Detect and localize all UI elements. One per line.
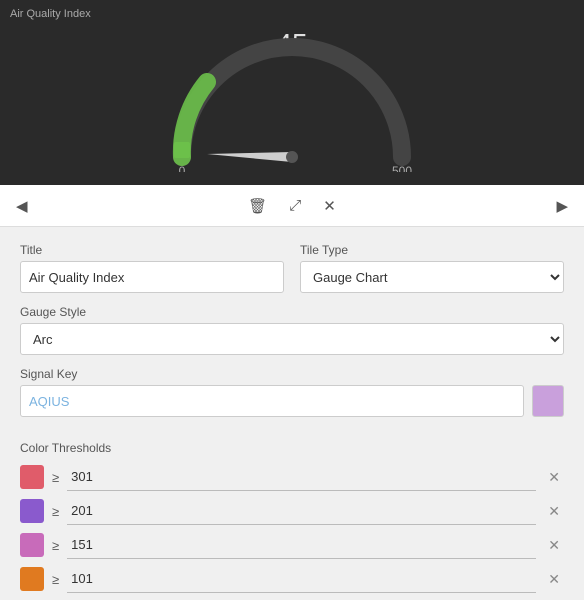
threshold-value-input[interactable] xyxy=(67,497,536,525)
settings-panel: Title Tile Type Gauge Chart Line Chart B… xyxy=(0,227,584,600)
threshold-value-input[interactable] xyxy=(67,531,536,559)
threshold-value-input[interactable] xyxy=(67,565,536,593)
gauge-style-label: Gauge Style xyxy=(20,305,564,319)
threshold-row: ≥ ✕ xyxy=(20,565,564,593)
toolbar-right: ▶ xyxy=(552,193,572,219)
threshold-color-swatch[interactable] xyxy=(20,533,44,557)
gauge-title: Air Quality Index xyxy=(10,8,91,20)
toolbar-center: 🗑 ⤢ ✕ xyxy=(244,193,340,219)
expand-button[interactable]: ⤢ xyxy=(285,193,305,218)
gauge-svg-container: 0 500 xyxy=(162,27,422,175)
threshold-gte-symbol: ≥ xyxy=(52,504,59,519)
signal-key-row-label: Signal Key xyxy=(20,367,564,429)
threshold-color-swatch[interactable] xyxy=(20,465,44,489)
signal-key-group: Signal Key xyxy=(20,367,564,429)
signal-key-label: Signal Key xyxy=(20,367,564,381)
threshold-color-swatch[interactable] xyxy=(20,567,44,591)
signal-key-input-row xyxy=(20,385,564,417)
threshold-gte-symbol: ≥ xyxy=(52,470,59,485)
threshold-remove-button[interactable]: ✕ xyxy=(544,467,564,488)
threshold-remove-button[interactable]: ✕ xyxy=(544,535,564,556)
gauge-style-row: Gauge Style Arc Dial Progress xyxy=(20,305,564,355)
toolbar: ◀ 🗑 ⤢ ✕ ▶ xyxy=(0,185,584,227)
threshold-row: ≥ ✕ xyxy=(20,531,564,559)
svg-text:500: 500 xyxy=(392,164,412,172)
gauge-style-select[interactable]: Arc Dial Progress xyxy=(20,323,564,355)
forward-button[interactable]: ▶ xyxy=(552,193,572,219)
close-button[interactable]: ✕ xyxy=(319,193,340,219)
thresholds-label: Color Thresholds xyxy=(20,441,564,455)
thresholds-container: ≥ ✕ ≥ ✕ ≥ ✕ ≥ ✕ ≥ ✕ ≥ ✕ xyxy=(20,463,564,600)
gauge-panel: Air Quality Index 45 0 500 xyxy=(0,0,584,185)
title-input[interactable] xyxy=(20,261,284,293)
title-group: Title xyxy=(20,243,284,293)
threshold-remove-button[interactable]: ✕ xyxy=(544,501,564,522)
tile-type-group: Tile Type Gauge Chart Line Chart Bar Cha… xyxy=(300,243,564,293)
tile-type-label: Tile Type xyxy=(300,243,564,257)
threshold-row: ≥ ✕ xyxy=(20,497,564,525)
delete-button[interactable]: 🗑 xyxy=(244,193,271,219)
threshold-gte-symbol: ≥ xyxy=(52,538,59,553)
threshold-remove-button[interactable]: ✕ xyxy=(544,569,564,590)
signal-key-input[interactable] xyxy=(20,385,524,417)
back-button[interactable]: ◀ xyxy=(12,193,32,219)
threshold-gte-symbol: ≥ xyxy=(52,572,59,587)
svg-text:0: 0 xyxy=(179,164,186,172)
title-tiletype-row: Title Tile Type Gauge Chart Line Chart B… xyxy=(20,243,564,293)
threshold-color-swatch[interactable] xyxy=(20,499,44,523)
threshold-row: ≥ ✕ xyxy=(20,463,564,491)
signal-key-color-swatch[interactable] xyxy=(532,385,564,417)
tile-type-select[interactable]: Gauge Chart Line Chart Bar Chart Pie Cha… xyxy=(300,261,564,293)
title-label: Title xyxy=(20,243,284,257)
threshold-value-input[interactable] xyxy=(67,463,536,491)
gauge-style-group: Gauge Style Arc Dial Progress xyxy=(20,305,564,355)
toolbar-left: ◀ xyxy=(12,193,32,219)
color-thresholds-section: Color Thresholds ≥ ✕ ≥ ✕ ≥ ✕ ≥ ✕ ≥ ✕ xyxy=(20,441,564,600)
